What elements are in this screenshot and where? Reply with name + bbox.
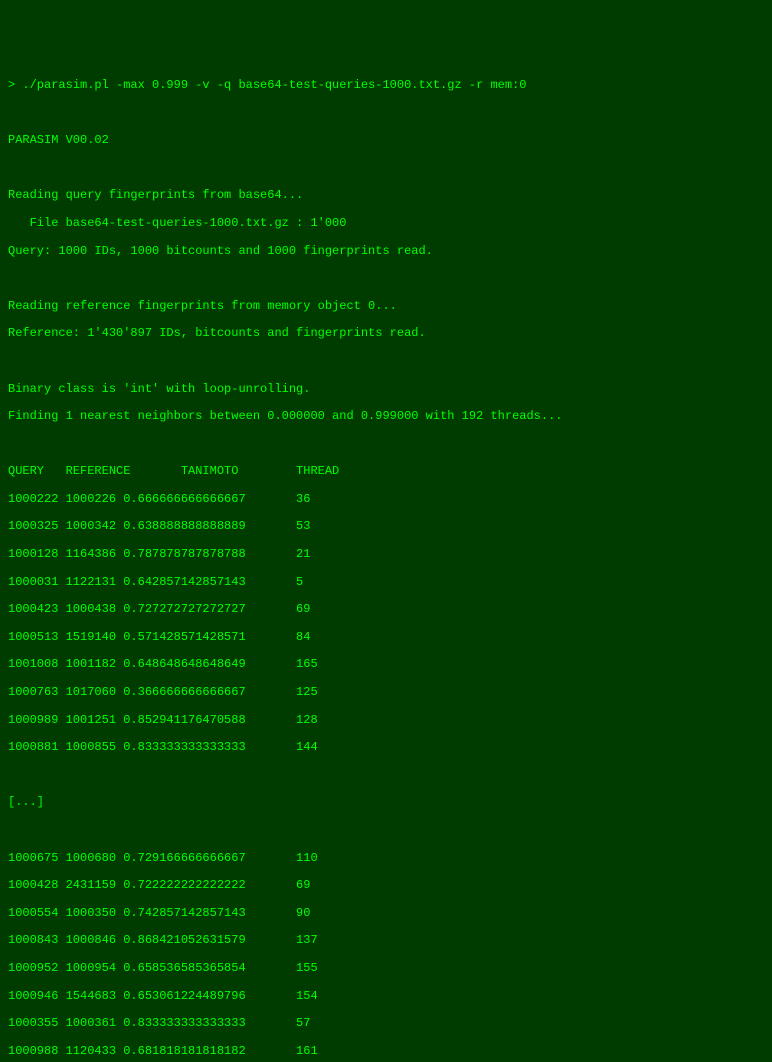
finding-line: Finding 1 nearest neighbors between 0.00…: [8, 410, 764, 424]
table-row: 1000881 1000855 0.833333333333333 144: [8, 741, 764, 755]
table-row: 1000513 1519140 0.571428571428571 84: [8, 631, 764, 645]
prompt-symbol: >: [8, 78, 22, 92]
blank-line: [8, 824, 764, 838]
table-row: 1000843 1000846 0.868421052631579 137: [8, 934, 764, 948]
command-line: > ./parasim.pl -max 0.999 -v -q base64-t…: [8, 79, 764, 93]
blank-line: [8, 107, 764, 121]
binary-class-line: Binary class is 'int' with loop-unrollin…: [8, 383, 764, 397]
blank-line: [8, 769, 764, 783]
table-row: 1000988 1120433 0.681818181818182 161: [8, 1045, 764, 1059]
read-query-file: File base64-test-queries-1000.txt.gz : 1…: [8, 217, 764, 231]
table-header: QUERY REFERENCE TANIMOTO THREAD: [8, 465, 764, 479]
table-row: 1000989 1001251 0.852941176470588 128: [8, 714, 764, 728]
blank-line: [8, 162, 764, 176]
read-ref-header: Reading reference fingerprints from memo…: [8, 300, 764, 314]
table-row: 1000763 1017060 0.366666666666667 125: [8, 686, 764, 700]
table-row: 1000554 1000350 0.742857142857143 90: [8, 907, 764, 921]
table-row: 1000423 1000438 0.727272727272727 69: [8, 603, 764, 617]
terminal-window[interactable]: > ./parasim.pl -max 0.999 -v -q base64-t…: [8, 65, 764, 1062]
ellipsis-line: [...]: [8, 796, 764, 810]
blank-line: [8, 272, 764, 286]
table-row: 1000031 1122131 0.642857142857143 5: [8, 576, 764, 590]
table-row: 1000675 1000680 0.729166666666667 110: [8, 852, 764, 866]
table-row: 1000355 1000361 0.833333333333333 57: [8, 1017, 764, 1031]
query-summary: Query: 1000 IDs, 1000 bitcounts and 1000…: [8, 245, 764, 259]
blank-line: [8, 438, 764, 452]
table-row: 1000128 1164386 0.787878787878788 21: [8, 548, 764, 562]
read-query-header: Reading query fingerprints from base64..…: [8, 189, 764, 203]
table-row: 1000428 2431159 0.722222222222222 69: [8, 879, 764, 893]
table-row: 1000946 1544683 0.653061224489796 154: [8, 990, 764, 1004]
table-row: 1001008 1001182 0.648648648648649 165: [8, 658, 764, 672]
table-row: 1000952 1000954 0.658536585365854 155: [8, 962, 764, 976]
blank-line: [8, 355, 764, 369]
command-text: ./parasim.pl -max 0.999 -v -q base64-tes…: [22, 78, 526, 92]
ref-summary: Reference: 1'430'897 IDs, bitcounts and …: [8, 327, 764, 341]
table-row: 1000325 1000342 0.638888888888889 53: [8, 520, 764, 534]
version-line: PARASIM V00.02: [8, 134, 764, 148]
table-row: 1000222 1000226 0.666666666666667 36: [8, 493, 764, 507]
